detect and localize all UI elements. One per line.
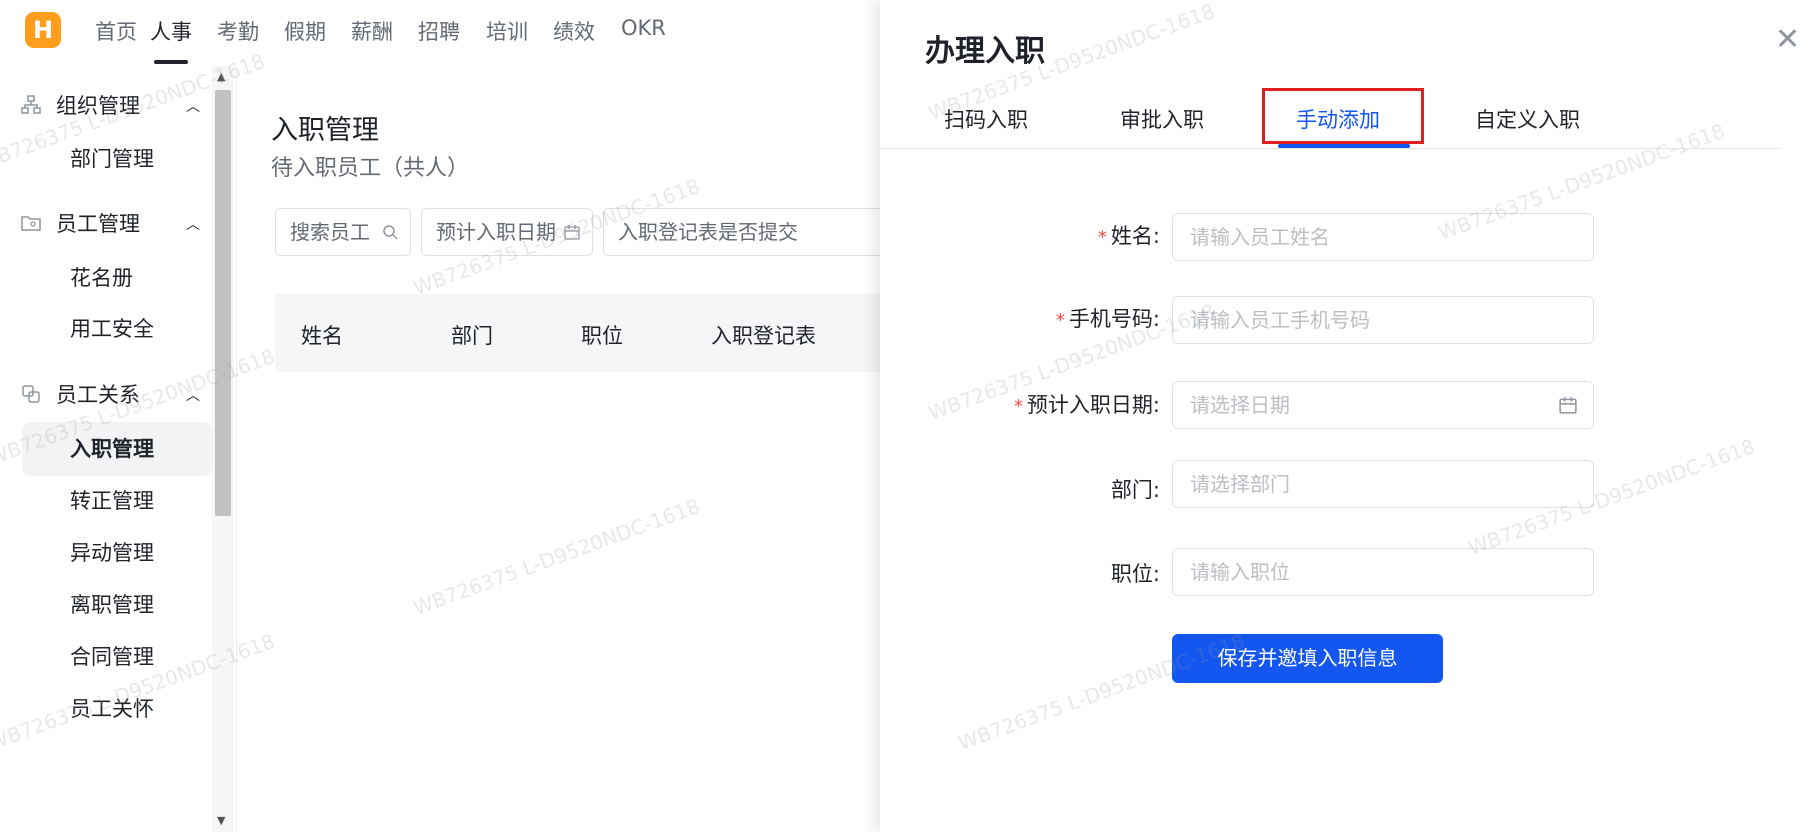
nav-item-salary[interactable]: 薪酬 xyxy=(351,16,393,46)
org-chart-icon xyxy=(20,94,42,116)
employee-folder-icon xyxy=(20,212,42,234)
sidebar-group-label: 员工管理 xyxy=(56,212,140,236)
required-asterisk: * xyxy=(1097,227,1107,248)
sidebar-group-label: 组织管理 xyxy=(56,94,140,118)
calendar-icon xyxy=(564,209,580,258)
nav-item-leave[interactable]: 假期 xyxy=(284,16,326,46)
search-placeholder: 搜索员工 xyxy=(290,220,370,244)
top-navigation: H 首页 人事 考勤 假期 薪酬 招聘 培训 绩效 OKR xyxy=(0,0,880,66)
sidebar-item-onboarding[interactable]: 入职管理 xyxy=(22,422,212,476)
phone-label: * 手机号码: xyxy=(1055,307,1160,331)
tab-custom-onboarding[interactable]: 自定义入职 xyxy=(1475,104,1580,134)
required-asterisk: * xyxy=(1055,310,1065,331)
sidebar-group-org[interactable]: 组织管理 xyxy=(20,90,140,120)
sidebar-item-regularization[interactable]: 转正管理 xyxy=(22,474,212,528)
sidebar-group-relations[interactable]: 员工关系 xyxy=(20,379,140,409)
scrollbar-thumb[interactable] xyxy=(215,90,231,516)
position-label: 职位: xyxy=(1110,562,1160,586)
sidebar-group-label: 员工关系 xyxy=(56,383,140,407)
registration-submitted-filter[interactable]: 入职登记表是否提交 xyxy=(603,208,881,256)
nav-item-training[interactable]: 培训 xyxy=(486,16,528,46)
sidebar-item-employee-care[interactable]: 员工关怀 xyxy=(22,682,212,736)
tab-scan-onboarding[interactable]: 扫码入职 xyxy=(944,104,1028,134)
onboarding-drawer: 办理入职 ✕ 扫码入职 审批入职 手动添加 自定义入职 * 姓名: 请输入员工姓名… xyxy=(880,0,1814,832)
chevron-up-icon[interactable]: ︿ xyxy=(186,96,200,116)
tabs-divider xyxy=(880,148,1780,149)
expected-date-picker[interactable]: 请选择日期 xyxy=(1172,381,1594,429)
sidebar-scrollbar[interactable]: ▲ ▼ xyxy=(212,66,234,832)
scroll-up-icon[interactable]: ▲ xyxy=(217,70,225,83)
search-employee-input[interactable]: 搜索员工 xyxy=(275,208,411,256)
nav-item-home[interactable]: 首页 xyxy=(95,16,137,46)
page-subtitle: 待入职员工（共人） xyxy=(271,156,470,181)
page-title: 入职管理 xyxy=(271,115,379,146)
tab-approval-onboarding[interactable]: 审批入职 xyxy=(1120,104,1204,134)
nav-item-okr[interactable]: OKR xyxy=(621,16,666,40)
name-placeholder: 请输入员工姓名 xyxy=(1190,225,1330,249)
app-logo[interactable]: H xyxy=(25,12,61,48)
expected-date-filter[interactable]: 预计入职日期 xyxy=(421,208,593,256)
name-input[interactable]: 请输入员工姓名 xyxy=(1172,213,1594,261)
annotation-highlight-box xyxy=(1262,88,1424,144)
column-header-registration[interactable]: 入职登记表 xyxy=(711,320,816,350)
calendar-icon xyxy=(1559,382,1577,432)
nav-item-hr[interactable]: 人事 xyxy=(150,16,192,64)
nav-item-recruitment[interactable]: 招聘 xyxy=(418,16,460,46)
sidebar-item-work-safety[interactable]: 用工安全 xyxy=(22,302,212,356)
department-placeholder: 请选择部门 xyxy=(1190,472,1290,496)
sidebar-item-transfer[interactable]: 异动管理 xyxy=(22,526,212,580)
phone-input[interactable]: 请输入员工手机号码 xyxy=(1172,296,1594,344)
date-filter-placeholder: 预计入职日期 xyxy=(436,220,556,244)
phone-placeholder: 请输入员工手机号码 xyxy=(1190,308,1370,332)
position-placeholder: 请输入职位 xyxy=(1190,560,1290,584)
main-content: 入职管理 待入职员工（共人） 搜索员工 预计入职日期 入职登记表是否提交 姓名 … xyxy=(236,66,881,832)
position-input[interactable]: 请输入职位 xyxy=(1172,548,1594,596)
registration-filter-placeholder: 入职登记表是否提交 xyxy=(618,220,798,244)
sidebar-item-contracts[interactable]: 合同管理 xyxy=(22,630,212,684)
required-asterisk: * xyxy=(1013,396,1023,417)
department-label: 部门: xyxy=(1110,478,1160,502)
department-select[interactable]: 请选择部门 xyxy=(1172,460,1594,508)
nav-item-attendance[interactable]: 考勤 xyxy=(217,16,259,46)
sidebar-item-roster[interactable]: 花名册 xyxy=(22,251,212,305)
table-header: 姓名 部门 职位 入职登记表 xyxy=(275,294,881,372)
nav-item-performance[interactable]: 绩效 xyxy=(553,16,595,46)
sidebar-item-departments[interactable]: 部门管理 xyxy=(22,132,212,186)
close-icon[interactable]: ✕ xyxy=(1775,22,1800,57)
column-header-department[interactable]: 部门 xyxy=(451,320,493,350)
scroll-down-icon[interactable]: ▼ xyxy=(217,814,225,827)
sidebar-item-offboarding[interactable]: 离职管理 xyxy=(22,578,212,632)
chevron-up-icon[interactable]: ︿ xyxy=(186,214,200,234)
name-label: * 姓名: xyxy=(1097,224,1160,248)
date-placeholder: 请选择日期 xyxy=(1190,393,1290,417)
sidebar: 组织管理 ︿ 部门管理 员工管理 ︿ 花名册 用工安全 员工关系 ︿ 入职管理 … xyxy=(0,66,212,832)
search-icon xyxy=(382,209,398,258)
chevron-up-icon[interactable]: ︿ xyxy=(186,385,200,405)
expected-date-label: * 预计入职日期: xyxy=(1013,393,1160,417)
column-header-position[interactable]: 职位 xyxy=(581,320,623,350)
drawer-title: 办理入职 xyxy=(925,34,1045,69)
sidebar-group-employees[interactable]: 员工管理 xyxy=(20,208,140,238)
relation-icon xyxy=(20,383,42,405)
column-header-name[interactable]: 姓名 xyxy=(301,320,343,350)
save-and-invite-button[interactable]: 保存并邀填入职信息 xyxy=(1172,634,1443,683)
